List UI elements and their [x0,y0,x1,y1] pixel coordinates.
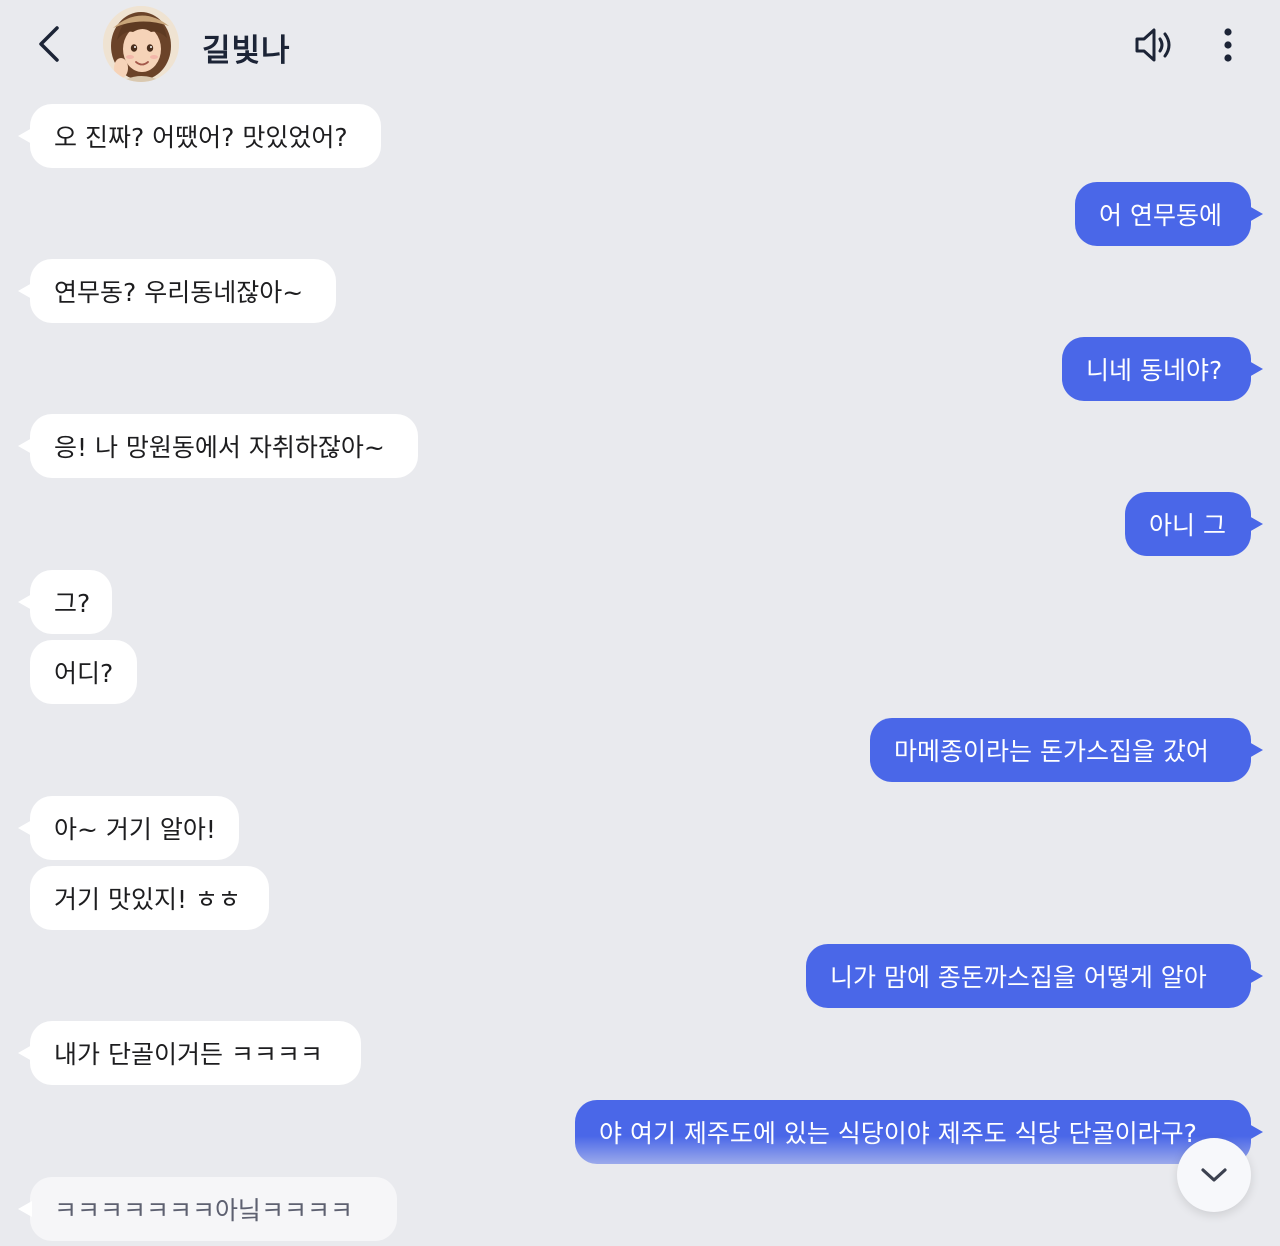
received-message[interactable]: 거기 맛있지! ㅎㅎ [30,866,269,930]
message-text: 니가 맘에 종돈까스집을 어떻게 알아 [830,963,1207,992]
received-message[interactable]: 그? [18,570,112,634]
speaker-icon [1135,28,1171,62]
sent-message[interactable]: 어 연무동에 [1075,182,1263,246]
message-text: 아니 그 [1149,511,1226,540]
chevron-left-icon [39,26,59,62]
sent-message[interactable]: 니가 맘에 종돈까스집을 어떻게 알아 [806,944,1263,1008]
sent-message[interactable]: 마메종이라는 돈가스집을 갔어 [870,718,1263,782]
avatar[interactable] [103,6,179,82]
sent-message[interactable]: 니네 동네야? [1062,337,1263,401]
message-text: 마메종이라는 돈가스집을 갔어 [894,737,1209,766]
message-text: 내가 단골이거든 ㅋㅋㅋㅋ [54,1040,323,1069]
contact-name[interactable]: 길빛나 [202,25,291,70]
message-text: 연무동? 우리동네잖아~ [54,278,304,307]
scroll-to-bottom-button[interactable] [1177,1138,1251,1212]
received-message[interactable]: 내가 단골이거든 ㅋㅋㅋㅋ [18,1021,361,1085]
character-portrait-icon [103,6,179,82]
message-text: 어디? [54,659,114,688]
more-options-button[interactable] [1206,22,1250,68]
chevron-down-icon [1201,1168,1227,1182]
sent-message[interactable]: 아니 그 [1125,492,1263,556]
message-text: 거기 맛있지! ㅎㅎ [54,885,241,914]
message-text: 아~ 거기 알아! [54,815,216,844]
message-text: 응! 나 망원동에서 자취하잖아~ [54,433,385,462]
message-text: 오 진짜? 어땠어? 맛있었어? [54,123,348,152]
received-message[interactable]: 응! 나 망원동에서 자취하잖아~ [18,414,418,478]
received-message[interactable]: 연무동? 우리동네잖아~ [18,259,336,323]
chat-header: 길빛나 [0,0,1280,92]
received-message[interactable]: ㅋㅋㅋㅋㅋㅋㅋ아닠ㅋㅋㅋㅋ [18,1177,397,1241]
speaker-button[interactable] [1130,22,1178,68]
message-text: 야 여기 제주도에 있는 식당이야 제주도 식당 단골이라구? [599,1119,1197,1148]
received-message[interactable]: 오 진짜? 어땠어? 맛있었어? [18,104,381,168]
message-text: 그? [54,589,91,618]
vertical-dots-icon [1224,28,1232,62]
received-message[interactable]: 아~ 거기 알아! [18,796,239,860]
sent-message[interactable]: 야 여기 제주도에 있는 식당이야 제주도 식당 단골이라구? [575,1100,1263,1164]
back-button[interactable] [28,22,72,66]
received-message[interactable]: 어디? [30,640,137,704]
message-text: ㅋㅋㅋㅋㅋㅋㅋ아닠ㅋㅋㅋㅋ [54,1196,354,1225]
message-text: 어 연무동에 [1099,201,1222,230]
message-text: 니네 동네야? [1086,356,1223,385]
